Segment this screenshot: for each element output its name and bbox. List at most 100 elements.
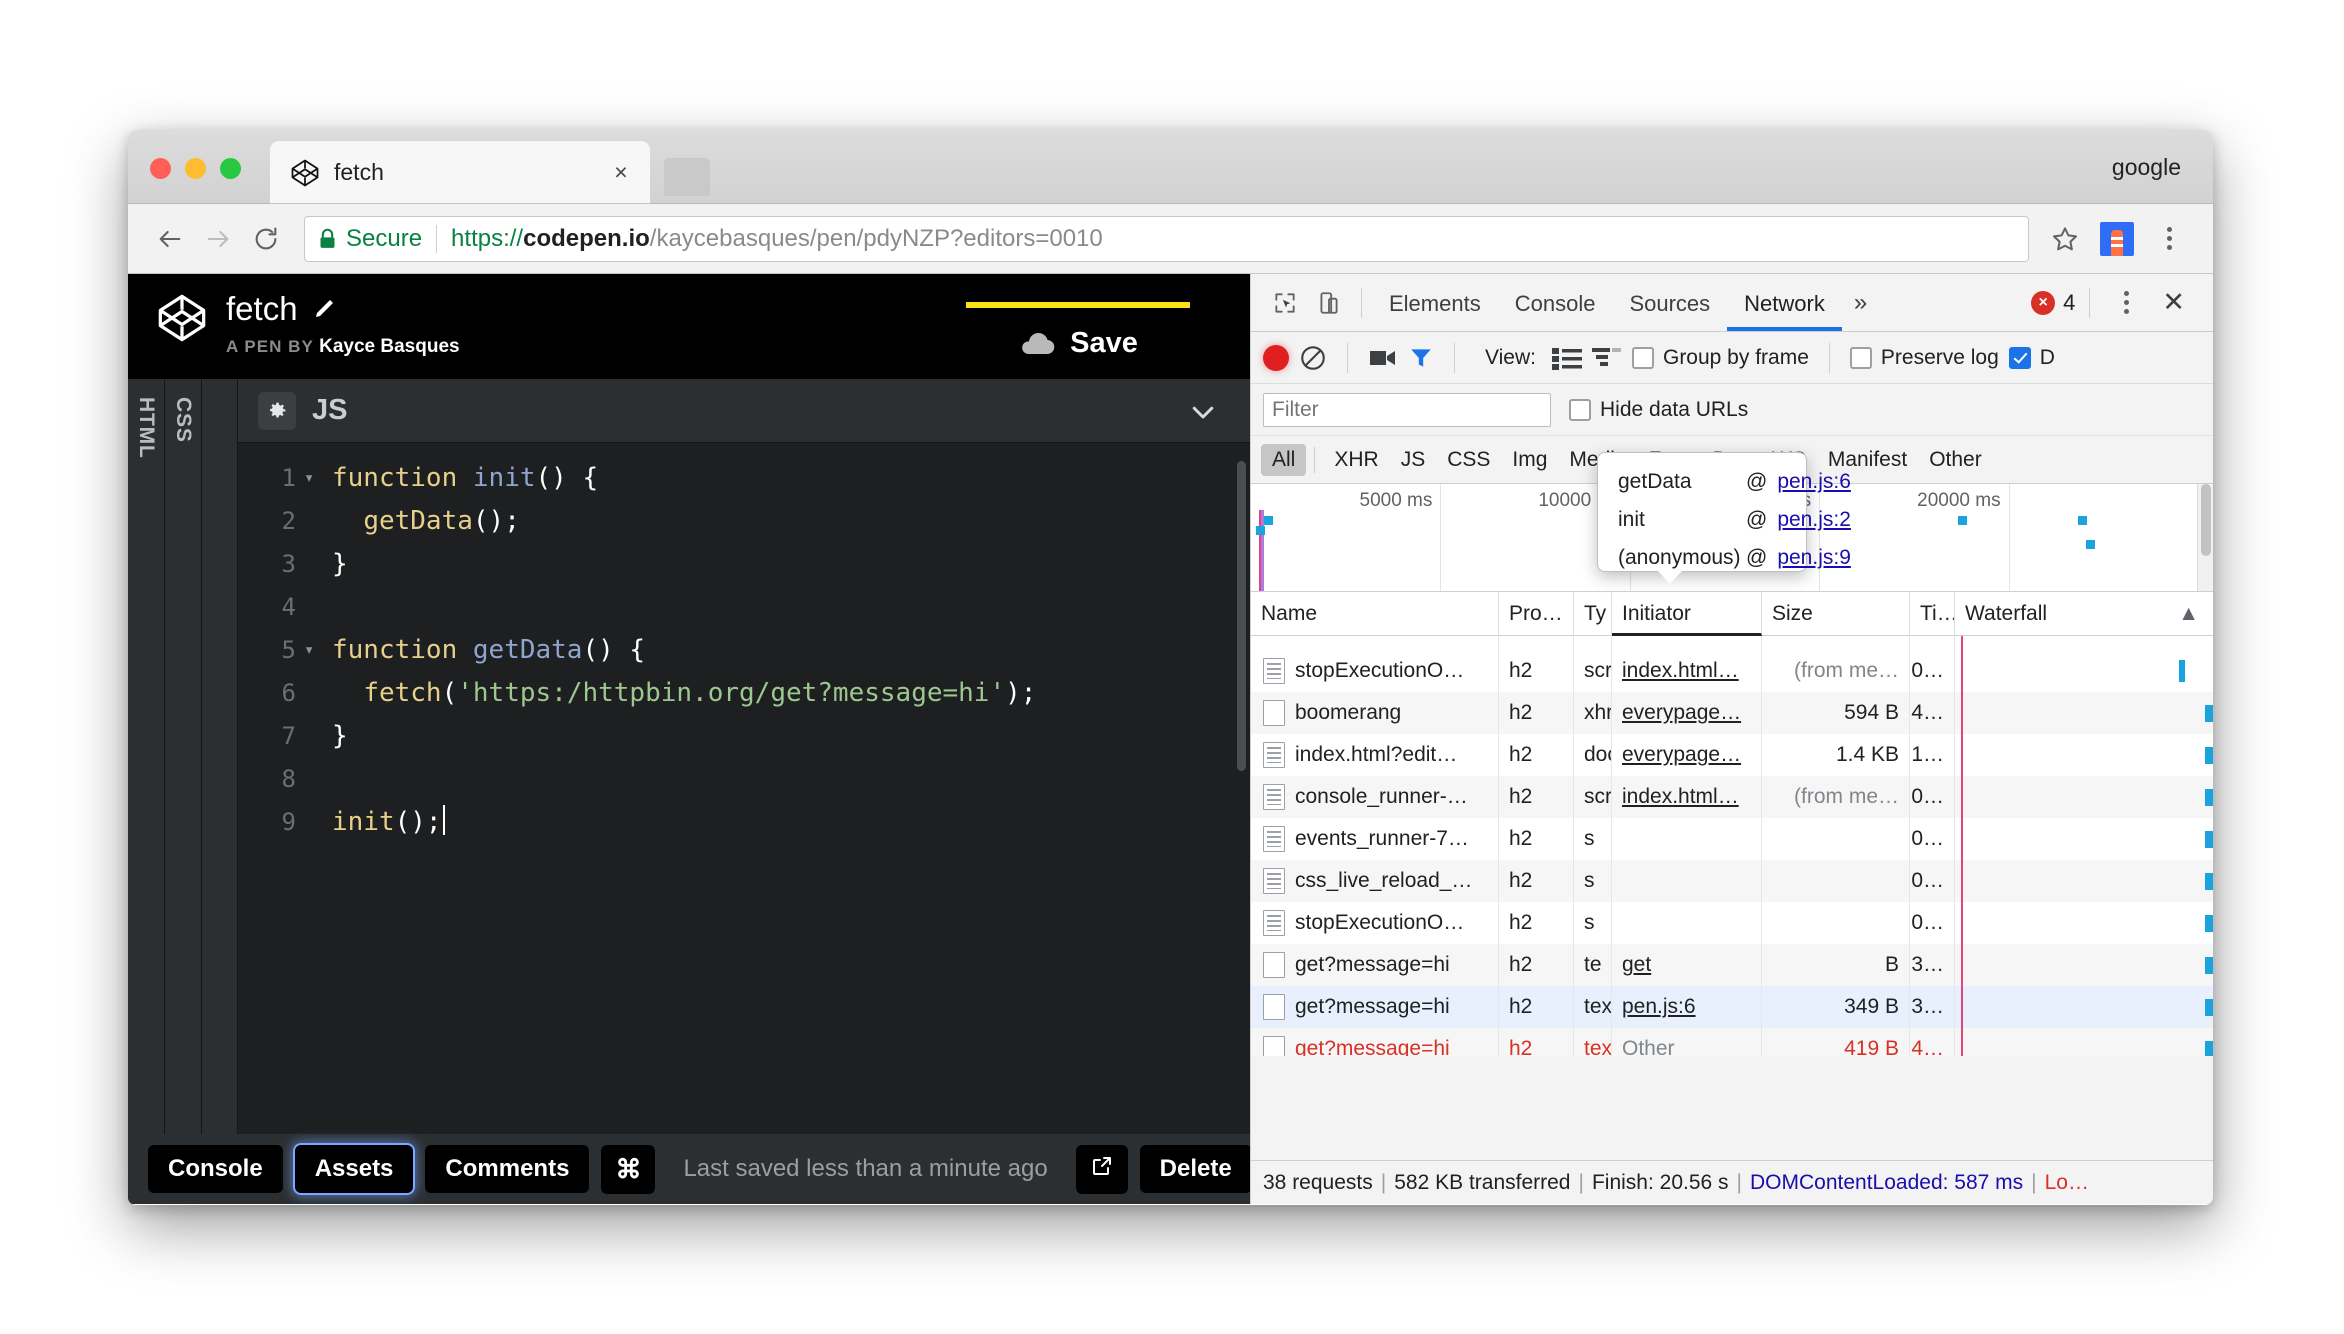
status-load[interactable]: Lo… <box>2045 1171 2089 1195</box>
hide-data-urls-checkbox[interactable]: Hide data URLs <box>1569 398 1748 422</box>
column-header-ty[interactable]: Ty <box>1574 592 1612 636</box>
table-row[interactable]: console_runner-…h2scrindex.html…(from me… <box>1251 776 2213 818</box>
cell-name[interactable]: stopExecutionO… <box>1251 902 1499 944</box>
close-window-button[interactable] <box>150 158 171 179</box>
tab-console[interactable]: Console <box>1498 275 1613 331</box>
type-filter-all[interactable]: All <box>1261 444 1306 476</box>
table-row[interactable]: events_runner-7…h2s0… <box>1251 818 2213 860</box>
column-header-ti[interactable]: Ti… <box>1910 592 1955 636</box>
type-filter-js[interactable]: JS <box>1390 444 1437 476</box>
cell-initiator[interactable] <box>1612 818 1762 860</box>
code-editor[interactable]: 1▾function init() {2 getData();3}45▾func… <box>238 443 1250 844</box>
type-filter-other[interactable]: Other <box>1918 444 1993 476</box>
filter-input[interactable] <box>1263 393 1551 427</box>
table-row[interactable]: get?message=hih2texpen.js:6349 B3… <box>1251 986 2213 1028</box>
stack-source-link[interactable]: pen.js:6 <box>1777 470 1851 494</box>
toggle-device-toolbar-button[interactable] <box>1307 281 1351 325</box>
code-scrollbar[interactable] <box>1237 461 1246 771</box>
share-button[interactable] <box>1076 1145 1128 1194</box>
cell-name[interactable]: get?message=hi <box>1251 944 1499 986</box>
cell-initiator[interactable]: index.html… <box>1612 650 1762 692</box>
cell-name[interactable]: events_runner-7… <box>1251 818 1499 860</box>
save-button[interactable]: Save <box>966 302 1190 379</box>
cell-initiator[interactable]: index.html… <box>1612 776 1762 818</box>
pencil-icon[interactable] <box>312 297 336 321</box>
cell-initiator[interactable]: everypage… <box>1612 692 1762 734</box>
profile-name-label[interactable]: google <box>2112 154 2181 181</box>
address-bar[interactable]: Secure https://codepen.io/kaycebasques/p… <box>304 216 2029 262</box>
inspect-element-button[interactable] <box>1263 281 1307 325</box>
cell-name[interactable]: index.html?edit… <box>1251 734 1499 776</box>
cell-initiator[interactable]: pen.js:6 <box>1612 986 1762 1028</box>
type-filter-xhr[interactable]: XHR <box>1323 444 1389 476</box>
bookmark-button[interactable] <box>2039 224 2091 254</box>
preserve-log-checkbox[interactable]: Preserve log <box>1850 346 1999 370</box>
status-dcl[interactable]: DOMContentLoaded: 587 ms <box>1750 1171 2023 1195</box>
cell-name[interactable]: boomerang <box>1251 692 1499 734</box>
delete-button[interactable]: Delete <box>1140 1145 1250 1193</box>
back-button[interactable] <box>146 215 194 263</box>
console-button[interactable]: Console <box>148 1145 283 1193</box>
funnel-icon[interactable] <box>1408 345 1434 371</box>
type-filter-css[interactable]: CSS <box>1436 444 1501 476</box>
cell-name[interactable]: stopExecutionO… <box>1251 650 1499 692</box>
list-view-icon[interactable] <box>1552 345 1582 371</box>
minimize-window-button[interactable] <box>185 158 206 179</box>
overview-scrollbar[interactable] <box>2197 484 2213 591</box>
browser-menu-button[interactable] <box>2143 227 2195 250</box>
waterfall-view-icon[interactable] <box>1592 345 1622 371</box>
tab-elements[interactable]: Elements <box>1372 275 1498 331</box>
devtools-menu-button[interactable] <box>2104 281 2148 325</box>
table-row[interactable]: css_live_reload_…h2s0… <box>1251 860 2213 902</box>
fold-toggle[interactable]: ▾ <box>304 629 326 672</box>
cell-initiator[interactable]: Other <box>1612 1028 1762 1056</box>
table-row[interactable]: get?message=hih2tegetB3… <box>1251 944 2213 986</box>
reload-button[interactable] <box>242 215 290 263</box>
column-header-initiator[interactable]: Initiator <box>1612 592 1762 636</box>
table-row[interactable]: boomerangh2xhreverypage…594 B4… <box>1251 692 2213 734</box>
cell-initiator[interactable]: get <box>1612 944 1762 986</box>
table-row[interactable]: stopExecutionO…h2s0… <box>1251 902 2213 944</box>
network-request-list[interactable]: stopExecutionO…h2scrindex.html…(from me…… <box>1251 636 2213 1056</box>
assets-button[interactable]: Assets <box>295 1145 414 1193</box>
chevron-down-icon[interactable] <box>1188 397 1218 427</box>
new-tab-button[interactable] <box>664 158 710 196</box>
maximize-window-button[interactable] <box>220 158 241 179</box>
stack-source-link[interactable]: pen.js:9 <box>1777 546 1851 570</box>
cell-name[interactable]: get?message=hi <box>1251 1028 1499 1056</box>
cell-name[interactable]: css_live_reload_… <box>1251 860 1499 902</box>
editor-tab-html[interactable]: HTML <box>128 379 165 1134</box>
tab-network[interactable]: Network <box>1727 275 1842 331</box>
close-devtools-button[interactable]: ✕ <box>2152 287 2195 318</box>
comments-button[interactable]: Comments <box>425 1145 589 1193</box>
clear-icon[interactable] <box>1299 344 1327 372</box>
fold-toggle[interactable]: ▾ <box>304 457 326 500</box>
browser-tab[interactable]: fetch × <box>270 141 650 204</box>
column-header-size[interactable]: Size <box>1762 592 1910 636</box>
codepen-logo-icon[interactable] <box>156 292 208 344</box>
camera-icon[interactable] <box>1368 347 1398 369</box>
lighthouse-extension-button[interactable] <box>2091 222 2143 256</box>
cell-initiator[interactable] <box>1612 902 1762 944</box>
type-filter-img[interactable]: Img <box>1501 444 1558 476</box>
cell-initiator[interactable] <box>1612 860 1762 902</box>
column-header-name[interactable]: Name <box>1251 592 1499 636</box>
keyboard-shortcuts-button[interactable]: ⌘ <box>601 1145 655 1194</box>
tab-sources[interactable]: Sources <box>1612 275 1727 331</box>
error-count-badge[interactable]: × 4 <box>2031 290 2075 316</box>
table-row[interactable] <box>1251 636 2213 650</box>
stack-source-link[interactable]: pen.js:2 <box>1777 508 1851 532</box>
editor-tab-css[interactable]: CSS <box>165 379 202 1134</box>
cell-name[interactable]: get?message=hi <box>1251 986 1499 1028</box>
cell-name[interactable]: console_runner-… <box>1251 776 1499 818</box>
column-header-waterfall[interactable]: Waterfall ▲ <box>1955 592 2213 636</box>
table-row[interactable]: get?message=hih2texOther419 B4… <box>1251 1028 2213 1056</box>
pen-author[interactable]: Kayce Basques <box>319 336 459 357</box>
record-button[interactable] <box>1263 345 1289 371</box>
forward-button[interactable] <box>194 215 242 263</box>
table-row[interactable]: index.html?edit…h2doceverypage…1.4 KB1… <box>1251 734 2213 776</box>
tab-close-button[interactable]: × <box>608 159 634 186</box>
more-tabs-button[interactable]: » <box>1842 289 1879 317</box>
group-by-frame-checkbox[interactable]: Group by frame <box>1632 346 1809 370</box>
column-header-pro[interactable]: Pro… <box>1499 592 1574 636</box>
